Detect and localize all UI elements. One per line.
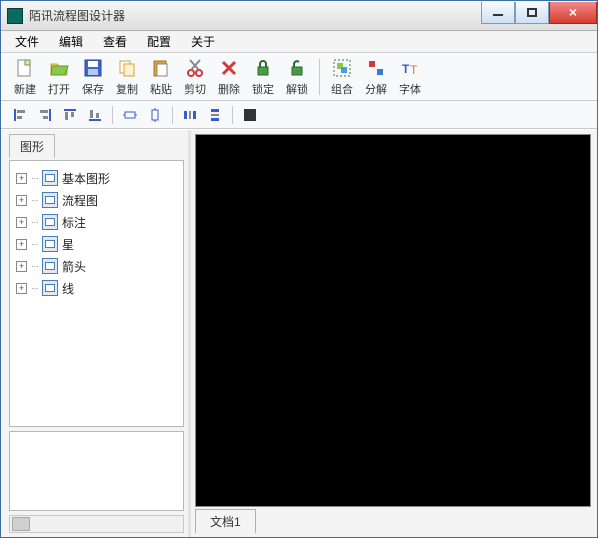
- group-icon: [331, 57, 353, 79]
- group-button[interactable]: 组合: [326, 56, 358, 98]
- horizontal-scrollbar[interactable]: [9, 515, 184, 533]
- toolbar-separator: [319, 59, 320, 95]
- align-bottom-button[interactable]: [84, 104, 106, 126]
- plus-expander-icon[interactable]: +: [16, 283, 27, 294]
- tree-item-flowchart[interactable]: +··· 流程图: [14, 189, 179, 211]
- copy-button[interactable]: 复制: [111, 56, 143, 98]
- font-button[interactable]: TT 字体: [394, 56, 426, 98]
- distribute-h-button[interactable]: [179, 104, 201, 126]
- app-window: 陌讯流程图设计器 × 文件 编辑 查看 配置 关于 新建 打开 保存 复制: [0, 0, 598, 538]
- menu-config[interactable]: 配置: [139, 31, 179, 52]
- plus-expander-icon[interactable]: +: [16, 261, 27, 272]
- unlock-icon: [286, 57, 308, 79]
- tree-item-star[interactable]: +··· 星: [14, 233, 179, 255]
- delete-icon: [218, 57, 240, 79]
- category-icon: [42, 258, 58, 274]
- scissors-icon: [184, 57, 206, 79]
- maximize-button[interactable]: [515, 2, 549, 24]
- open-button[interactable]: 打开: [43, 56, 75, 98]
- plus-expander-icon[interactable]: +: [16, 217, 27, 228]
- shape-preview: [9, 431, 184, 511]
- tree-item-callout[interactable]: +··· 标注: [14, 211, 179, 233]
- align-separator-3: [232, 106, 233, 124]
- svg-text:T: T: [410, 63, 418, 77]
- shapes-panel-tab[interactable]: 图形: [9, 134, 55, 158]
- titlebar[interactable]: 陌讯流程图设计器 ×: [1, 1, 597, 31]
- same-size-button[interactable]: [239, 104, 261, 126]
- category-icon: [42, 236, 58, 252]
- toolbar: 新建 打开 保存 复制 粘贴 剪切 删除 锁定: [1, 53, 597, 101]
- cut-button[interactable]: 剪切: [179, 56, 211, 98]
- menu-file[interactable]: 文件: [7, 31, 47, 52]
- tree-item-line[interactable]: +··· 线: [14, 277, 179, 299]
- close-button[interactable]: ×: [549, 2, 597, 24]
- same-width-button[interactable]: [119, 104, 141, 126]
- new-button[interactable]: 新建: [9, 56, 41, 98]
- unlock-button[interactable]: 解锁: [281, 56, 313, 98]
- align-left-button[interactable]: [9, 104, 31, 126]
- folder-open-icon: [48, 57, 70, 79]
- align-right-button[interactable]: [34, 104, 56, 126]
- drawing-canvas[interactable]: [195, 134, 591, 507]
- category-icon: [42, 170, 58, 186]
- menu-about[interactable]: 关于: [183, 31, 223, 52]
- copy-icon: [116, 57, 138, 79]
- align-separator-1: [112, 106, 113, 124]
- align-top-button[interactable]: [59, 104, 81, 126]
- plus-expander-icon[interactable]: +: [16, 195, 27, 206]
- shape-tree[interactable]: +··· 基本图形 +··· 流程图 +··· 标注 +···: [9, 160, 184, 427]
- plus-expander-icon[interactable]: +: [16, 239, 27, 250]
- ungroup-icon: [365, 57, 387, 79]
- paste-button[interactable]: 粘贴: [145, 56, 177, 98]
- document-tabs: 文档1: [195, 511, 591, 533]
- save-icon: [82, 57, 104, 79]
- category-icon: [42, 280, 58, 296]
- align-toolbar: [1, 101, 597, 129]
- font-icon: TT: [399, 57, 421, 79]
- paste-icon: [150, 57, 172, 79]
- distribute-v-button[interactable]: [204, 104, 226, 126]
- lock-icon: [252, 57, 274, 79]
- body-area: 图形 +··· 基本图形 +··· 流程图 +··· 标注: [1, 129, 597, 537]
- document-tab-1[interactable]: 文档1: [195, 509, 256, 533]
- plus-expander-icon[interactable]: +: [16, 173, 27, 184]
- category-icon: [42, 214, 58, 230]
- category-icon: [42, 192, 58, 208]
- side-panel: 图形 +··· 基本图形 +··· 流程图 +··· 标注: [1, 130, 191, 537]
- same-height-button[interactable]: [144, 104, 166, 126]
- scrollbar-thumb[interactable]: [12, 517, 30, 531]
- main-area: 文档1: [191, 130, 597, 537]
- lock-button[interactable]: 锁定: [247, 56, 279, 98]
- menubar: 文件 编辑 查看 配置 关于: [1, 31, 597, 53]
- app-icon: [7, 8, 23, 24]
- align-separator-2: [172, 106, 173, 124]
- minimize-button[interactable]: [481, 2, 515, 24]
- svg-text:T: T: [402, 62, 410, 76]
- save-button[interactable]: 保存: [77, 56, 109, 98]
- tree-item-arrow[interactable]: +··· 箭头: [14, 255, 179, 277]
- menu-view[interactable]: 查看: [95, 31, 135, 52]
- tree-item-basic-shapes[interactable]: +··· 基本图形: [14, 167, 179, 189]
- window-title: 陌讯流程图设计器: [29, 7, 125, 24]
- new-file-icon: [14, 57, 36, 79]
- ungroup-button[interactable]: 分解: [360, 56, 392, 98]
- menu-edit[interactable]: 编辑: [51, 31, 91, 52]
- delete-button[interactable]: 删除: [213, 56, 245, 98]
